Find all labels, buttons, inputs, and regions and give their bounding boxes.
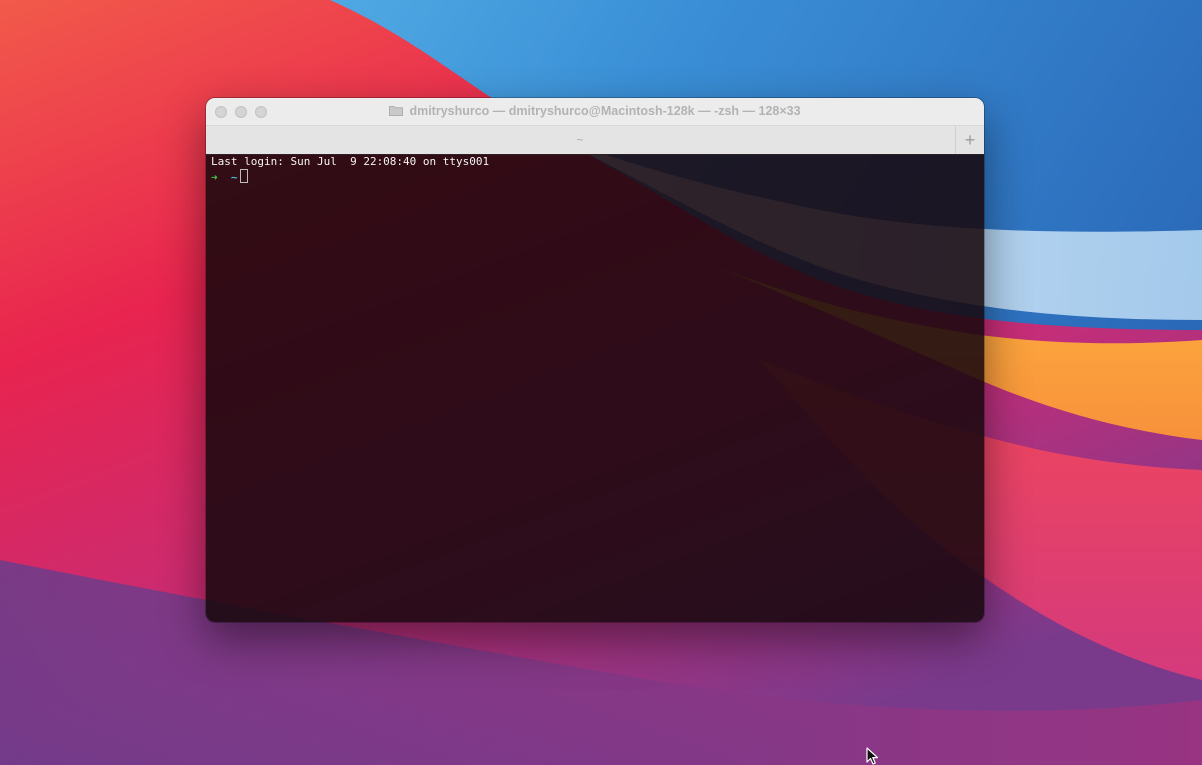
window-title: dmitryshurco — dmitryshurco@Macintosh-12… [206, 104, 984, 118]
window-titlebar[interactable]: dmitryshurco — dmitryshurco@Macintosh-12… [206, 98, 984, 126]
prompt-directory: ~ [230, 171, 238, 184]
folder-icon [389, 106, 404, 116]
tab-bar: ~ + [206, 126, 984, 155]
prompt-arrow-icon: ➜ [211, 171, 218, 184]
plus-icon: + [964, 129, 976, 150]
tab-current[interactable]: ~ [206, 133, 954, 147]
mouse-pointer-icon [866, 747, 879, 765]
terminal-window[interactable]: dmitryshurco — dmitryshurco@Macintosh-12… [206, 98, 984, 622]
prompt-line: ➜ ~ [211, 169, 979, 184]
new-tab-button[interactable]: + [955, 126, 984, 154]
window-title-text: dmitryshurco — dmitryshurco@Macintosh-12… [409, 104, 801, 118]
terminal-output[interactable]: Last login: Sun Jul 9 22:08:40 on ttys00… [206, 154, 984, 622]
text-cursor [239, 169, 248, 183]
last-login-line: Last login: Sun Jul 9 22:08:40 on ttys00… [211, 155, 490, 168]
